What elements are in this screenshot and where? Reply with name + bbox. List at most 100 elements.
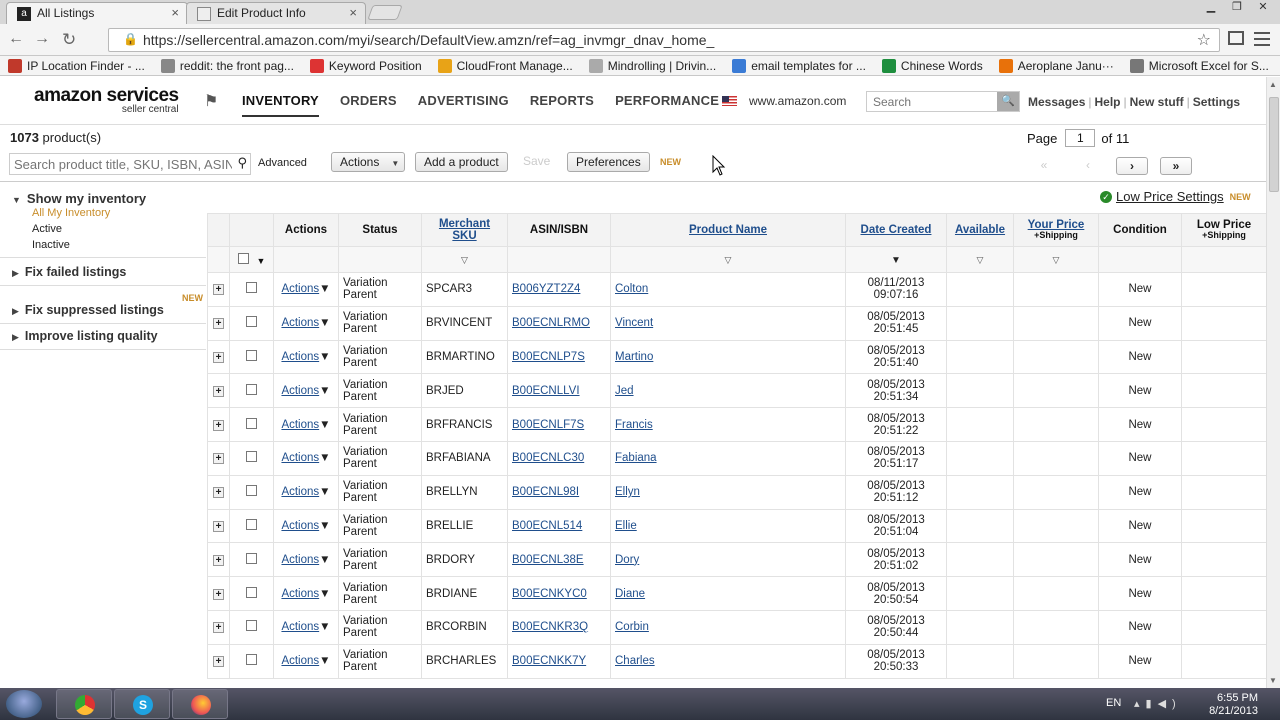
row-checkbox[interactable] xyxy=(246,417,257,429)
bookmark-item[interactable]: Keyword Position xyxy=(309,58,422,73)
row-actions-link[interactable]: Actions xyxy=(281,520,319,532)
tab-edit-product-info[interactable]: Edit Product Info × xyxy=(186,2,366,24)
asin-link[interactable]: B00ECNLF7S xyxy=(512,419,584,431)
select-cell[interactable] xyxy=(229,407,274,442)
actions-dropdown-icon[interactable]: ▼ xyxy=(319,351,330,363)
actions-cell[interactable]: Actions▼ xyxy=(273,407,339,442)
row-checkbox[interactable] xyxy=(246,518,257,530)
show-inventory-section[interactable]: ▼ Show my inventory xyxy=(12,191,146,206)
expand-plus-icon[interactable]: + xyxy=(213,351,224,363)
search-icon[interactable]: 🔍 xyxy=(997,92,1019,111)
start-button[interactable] xyxy=(6,690,42,718)
expand-cell[interactable]: + xyxy=(207,542,230,578)
sidebar-item-inactive[interactable]: Inactive xyxy=(32,239,70,251)
expand-cell[interactable]: + xyxy=(207,305,230,341)
select-cell[interactable] xyxy=(229,373,274,409)
expand-plus-icon[interactable]: + xyxy=(213,520,224,532)
row-checkbox[interactable] xyxy=(246,586,257,598)
actions-dropdown-icon[interactable]: ▼ xyxy=(319,621,330,633)
bookmark-item[interactable]: Aeroplane Janu··· xyxy=(998,58,1114,73)
available-cell[interactable] xyxy=(946,440,1014,476)
product-name-link[interactable]: Jed xyxy=(615,385,634,397)
forward-icon[interactable]: → xyxy=(34,30,50,48)
available-cell[interactable] xyxy=(946,339,1014,375)
advanced-search-link[interactable]: Advanced xyxy=(258,157,307,169)
select-cell[interactable] xyxy=(229,508,274,544)
search-icon[interactable]: ⚲ xyxy=(237,155,247,171)
available-cell[interactable] xyxy=(946,474,1014,510)
filter-date[interactable]: ▼ xyxy=(845,246,947,273)
close-window-icon[interactable]: ✕ xyxy=(1252,0,1274,16)
available-cell[interactable] xyxy=(946,643,1014,679)
select-all[interactable]: ▼ xyxy=(229,246,274,273)
expand-plus-icon[interactable]: + xyxy=(213,318,224,330)
row-actions-link[interactable]: Actions xyxy=(281,621,319,633)
page-input[interactable]: 1 xyxy=(1065,129,1096,147)
tab-all-listings[interactable]: a All Listings × xyxy=(6,2,188,24)
price-cell[interactable] xyxy=(1013,440,1099,476)
expand-plus-icon[interactable]: + xyxy=(213,284,224,296)
select-cell[interactable] xyxy=(229,272,274,307)
header-merchant-sku[interactable]: Merchant SKU xyxy=(421,213,508,247)
expand-cell[interactable]: + xyxy=(207,339,230,375)
expand-plus-icon[interactable]: + xyxy=(213,385,224,397)
expand-cell[interactable]: + xyxy=(207,373,230,409)
header-available[interactable]: Available xyxy=(946,213,1014,247)
improve-listing-quality[interactable]: ▶ Improve listing quality xyxy=(12,329,158,343)
asin-link[interactable]: B00ECNKK7Y xyxy=(512,655,586,667)
actions-dropdown-icon[interactable]: ▼ xyxy=(319,520,330,532)
select-cell[interactable] xyxy=(229,474,274,510)
filter-price[interactable]: ▽ xyxy=(1013,246,1099,273)
bookmark-item[interactable]: Mindrolling | Drivin... xyxy=(588,58,716,73)
select-cell[interactable] xyxy=(229,609,274,645)
nav-performance[interactable]: PERFORMANCE xyxy=(615,93,719,117)
select-cell[interactable] xyxy=(229,440,274,476)
row-actions-link[interactable]: Actions xyxy=(281,486,319,498)
next-page-icon[interactable]: › xyxy=(1116,157,1148,175)
taskbar-skype[interactable]: S xyxy=(114,689,170,719)
product-name-link[interactable]: Ellie xyxy=(615,520,637,532)
address-bar[interactable]: 🔒 https://sellercentral.amazon.com/myi/s… xyxy=(108,28,1220,52)
help-link[interactable]: Help xyxy=(1095,95,1121,109)
price-cell[interactable] xyxy=(1013,339,1099,375)
new-stuff-link[interactable]: New stuff xyxy=(1130,95,1184,109)
actions-cell[interactable]: Actions▼ xyxy=(273,474,339,510)
taskbar-chrome[interactable] xyxy=(56,689,112,719)
row-actions-link[interactable]: Actions xyxy=(281,655,319,667)
actions-cell[interactable]: Actions▼ xyxy=(273,305,339,341)
price-cell[interactable] xyxy=(1013,508,1099,544)
actions-dropdown-icon[interactable]: ▼ xyxy=(319,655,330,667)
available-cell[interactable] xyxy=(946,508,1014,544)
price-cell[interactable] xyxy=(1013,542,1099,578)
actions-dropdown-icon[interactable]: ▼ xyxy=(319,486,330,498)
actions-cell[interactable]: Actions▼ xyxy=(273,440,339,476)
select-cell[interactable] xyxy=(229,576,274,611)
expand-plus-icon[interactable]: + xyxy=(213,656,224,668)
header-your-price[interactable]: Your Price +Shipping xyxy=(1013,213,1099,247)
expand-cell[interactable]: + xyxy=(207,576,230,611)
available-cell[interactable] xyxy=(946,373,1014,409)
product-name-link[interactable]: Ellyn xyxy=(615,486,640,498)
actions-cell[interactable]: Actions▼ xyxy=(273,373,339,409)
expand-cell[interactable]: + xyxy=(207,643,230,679)
language-indicator[interactable]: EN xyxy=(1106,697,1121,709)
asin-link[interactable]: B00ECNLRMO xyxy=(512,317,590,329)
filter-available[interactable]: ▽ xyxy=(946,246,1014,273)
product-name-link[interactable]: Vincent xyxy=(615,317,653,329)
select-dropdown-icon[interactable]: ▼ xyxy=(257,256,266,266)
row-checkbox[interactable] xyxy=(246,349,257,361)
row-checkbox[interactable] xyxy=(246,383,257,395)
product-search-input[interactable] xyxy=(10,154,232,174)
actions-dropdown-icon[interactable]: ▼ xyxy=(319,283,330,295)
last-page-icon[interactable]: » xyxy=(1160,157,1192,175)
fix-suppressed-listings[interactable]: ▶ Fix suppressed listings xyxy=(12,303,164,317)
close-tab-icon[interactable]: × xyxy=(349,5,357,20)
row-checkbox[interactable] xyxy=(246,552,257,564)
row-checkbox[interactable] xyxy=(246,316,257,328)
nav-reports[interactable]: REPORTS xyxy=(530,93,594,117)
save-button[interactable]: Save xyxy=(515,152,558,172)
expand-plus-icon[interactable]: + xyxy=(213,554,224,566)
expand-plus-icon[interactable]: + xyxy=(213,622,224,634)
prev-page-icon[interactable]: ‹ xyxy=(1072,157,1104,175)
price-cell[interactable] xyxy=(1013,305,1099,341)
